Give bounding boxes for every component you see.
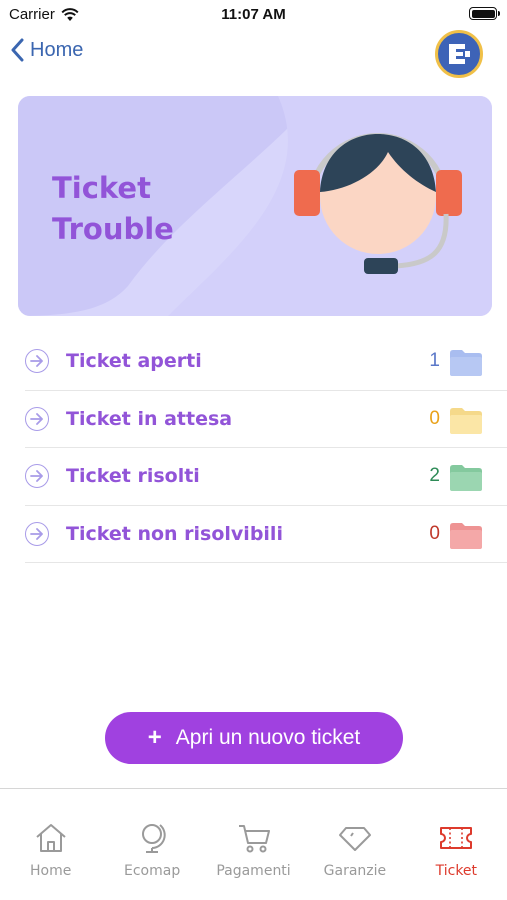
ticket-list: Ticket aperti 1 Ticket in attesa 0 Ticke… [25, 333, 507, 563]
tab-bar: Home Ecomap Pagamenti Garanzie Ticket [0, 788, 507, 900]
hero-card: Ticket Trouble [18, 96, 492, 316]
ticket-count: 2 [429, 465, 440, 487]
ticket-count: 1 [429, 350, 440, 372]
status-bar: Carrier 11:07 AM [0, 0, 507, 28]
ticket-count: 0 [429, 522, 440, 544]
new-ticket-label: Apri un nuovo ticket [175, 726, 361, 749]
logo-icon [449, 44, 470, 64]
globe-icon [142, 824, 166, 853]
tab-label: Pagamenti [216, 863, 291, 879]
back-label: Home [30, 38, 84, 61]
navigation-bar: Home [0, 30, 507, 78]
arrow-right-circle-icon [25, 464, 49, 489]
new-ticket-button[interactable]: + Apri un nuovo ticket [105, 712, 403, 764]
ticket-count: 0 [429, 407, 440, 429]
tab-label: Garanzie [323, 863, 387, 879]
battery-icon [469, 7, 500, 20]
back-button[interactable]: Home [10, 38, 83, 62]
hero-title: Ticket Trouble [52, 168, 174, 250]
ticket-icon [440, 827, 473, 849]
arrow-right-circle-icon [25, 406, 49, 431]
folder-icon [450, 350, 482, 376]
hero-title-line1: Ticket [52, 171, 151, 205]
plus-icon: + [147, 724, 162, 751]
ticket-label: Ticket in attesa [66, 407, 233, 430]
hero-title-line2: Trouble [52, 212, 174, 246]
tab-label: Ticket [435, 863, 478, 879]
folder-icon [450, 407, 482, 434]
app-logo[interactable] [435, 30, 483, 78]
ticket-label: Ticket aperti [66, 350, 202, 373]
ticket-row-risolti[interactable]: Ticket risolti 2 [25, 448, 507, 506]
tab-ticket[interactable]: Ticket [406, 789, 507, 900]
chevron-left-icon [11, 38, 24, 62]
tab-pagamenti[interactable]: Pagamenti [203, 789, 304, 900]
folder-icon [450, 522, 482, 549]
home-icon [36, 824, 66, 852]
status-time: 11:07 AM [221, 6, 286, 23]
diamond-icon [338, 827, 371, 851]
ticket-row-aperti[interactable]: Ticket aperti 1 [25, 333, 507, 391]
tab-label: Home [30, 863, 72, 879]
arrow-right-circle-icon [25, 349, 49, 374]
tab-label: Ecomap [124, 863, 181, 879]
ticket-row-non-risolvibili[interactable]: Ticket non risolvibili 0 [25, 506, 507, 563]
folder-icon [450, 465, 482, 491]
tab-garanzie[interactable]: Garanzie [304, 789, 405, 900]
ticket-label: Ticket non risolvibili [66, 522, 283, 545]
tab-home[interactable]: Home [0, 789, 101, 900]
tab-ecomap[interactable]: Ecomap [101, 789, 202, 900]
cart-icon [238, 825, 270, 853]
arrow-right-circle-icon [25, 521, 49, 546]
support-agent-illustration [294, 133, 462, 274]
ticket-label: Ticket risolti [66, 465, 200, 488]
ticket-row-in-attesa[interactable]: Ticket in attesa 0 [25, 391, 507, 448]
